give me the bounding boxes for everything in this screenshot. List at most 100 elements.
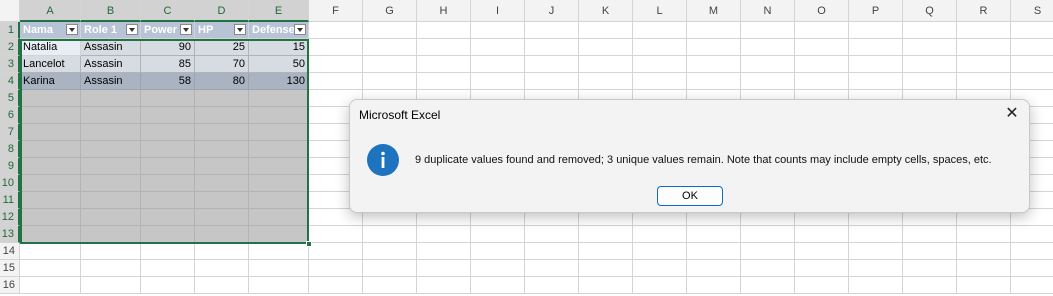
empty-cell[interactable] <box>741 73 795 90</box>
empty-cell[interactable] <box>471 39 525 56</box>
column-header-p[interactable]: P <box>849 0 903 22</box>
empty-cell[interactable] <box>81 243 141 260</box>
empty-cell[interactable] <box>903 39 957 56</box>
row-header-4[interactable]: 4 <box>0 73 20 90</box>
empty-selected-cell[interactable] <box>81 107 141 124</box>
empty-selected-cell[interactable] <box>81 141 141 158</box>
empty-cell[interactable] <box>795 277 849 294</box>
empty-cell[interactable] <box>849 39 903 56</box>
empty-selected-cell[interactable] <box>195 175 249 192</box>
empty-cell[interactable] <box>633 226 687 243</box>
empty-selected-cell[interactable] <box>195 158 249 175</box>
empty-cell[interactable] <box>633 243 687 260</box>
empty-cell[interactable] <box>903 73 957 90</box>
empty-cell[interactable] <box>741 243 795 260</box>
row-header-2[interactable]: 2 <box>0 39 20 56</box>
empty-cell[interactable] <box>141 243 195 260</box>
table-cell[interactable]: 85 <box>141 56 195 73</box>
empty-cell[interactable] <box>309 56 363 73</box>
table-cell[interactable]: 58 <box>141 73 195 90</box>
empty-cell[interactable] <box>795 39 849 56</box>
empty-cell[interactable] <box>633 260 687 277</box>
row-header-5[interactable]: 5 <box>0 90 20 107</box>
empty-cell[interactable] <box>1011 243 1053 260</box>
empty-selected-cell[interactable] <box>81 175 141 192</box>
empty-cell[interactable] <box>525 260 579 277</box>
empty-selected-cell[interactable] <box>141 209 195 226</box>
empty-cell[interactable] <box>741 56 795 73</box>
empty-cell[interactable] <box>1011 73 1053 90</box>
empty-selected-cell[interactable] <box>195 107 249 124</box>
empty-selected-cell[interactable] <box>141 107 195 124</box>
empty-cell[interactable] <box>471 243 525 260</box>
empty-cell[interactable] <box>579 226 633 243</box>
row-header-12[interactable]: 12 <box>0 209 20 226</box>
empty-cell[interactable] <box>957 226 1011 243</box>
empty-selected-cell[interactable] <box>141 192 195 209</box>
filter-dropdown-icon[interactable] <box>294 24 306 35</box>
empty-selected-cell[interactable] <box>195 226 249 243</box>
empty-cell[interactable] <box>633 56 687 73</box>
empty-cell[interactable] <box>309 260 363 277</box>
empty-cell[interactable] <box>957 56 1011 73</box>
empty-selected-cell[interactable] <box>141 226 195 243</box>
row-header-8[interactable]: 8 <box>0 141 20 158</box>
empty-selected-cell[interactable] <box>249 158 309 175</box>
empty-cell[interactable] <box>417 73 471 90</box>
table-cell[interactable]: Natalia <box>20 39 81 56</box>
empty-cell[interactable] <box>795 22 849 39</box>
empty-cell[interactable] <box>849 226 903 243</box>
empty-cell[interactable] <box>1011 22 1053 39</box>
empty-selected-cell[interactable] <box>249 175 309 192</box>
empty-cell[interactable] <box>1011 39 1053 56</box>
empty-cell[interactable] <box>633 277 687 294</box>
empty-cell[interactable] <box>363 39 417 56</box>
empty-cell[interactable] <box>795 226 849 243</box>
table-cell[interactable]: 80 <box>195 73 249 90</box>
empty-cell[interactable] <box>417 260 471 277</box>
empty-selected-cell[interactable] <box>20 107 81 124</box>
row-header-13[interactable]: 13 <box>0 226 20 243</box>
empty-cell[interactable] <box>525 39 579 56</box>
filter-dropdown-icon[interactable] <box>66 24 78 35</box>
row-header-7[interactable]: 7 <box>0 124 20 141</box>
empty-cell[interactable] <box>849 243 903 260</box>
empty-cell[interactable] <box>579 73 633 90</box>
empty-cell[interactable] <box>309 243 363 260</box>
empty-cell[interactable] <box>363 243 417 260</box>
empty-selected-cell[interactable] <box>20 90 81 107</box>
empty-cell[interactable] <box>20 277 81 294</box>
empty-selected-cell[interactable] <box>249 141 309 158</box>
empty-selected-cell[interactable] <box>20 141 81 158</box>
empty-cell[interactable] <box>249 277 309 294</box>
row-header-14[interactable]: 14 <box>0 243 20 260</box>
empty-cell[interactable] <box>579 243 633 260</box>
empty-cell[interactable] <box>687 226 741 243</box>
column-header-n[interactable]: N <box>741 0 795 22</box>
empty-cell[interactable] <box>363 73 417 90</box>
empty-selected-cell[interactable] <box>20 209 81 226</box>
empty-cell[interactable] <box>957 260 1011 277</box>
empty-cell[interactable] <box>741 277 795 294</box>
empty-cell[interactable] <box>363 56 417 73</box>
row-header-15[interactable]: 15 <box>0 260 20 277</box>
empty-cell[interactable] <box>471 73 525 90</box>
empty-selected-cell[interactable] <box>20 124 81 141</box>
empty-selected-cell[interactable] <box>81 192 141 209</box>
empty-cell[interactable] <box>525 277 579 294</box>
empty-cell[interactable] <box>417 39 471 56</box>
column-header-a[interactable]: A <box>20 0 81 22</box>
empty-cell[interactable] <box>525 56 579 73</box>
empty-selected-cell[interactable] <box>249 192 309 209</box>
empty-cell[interactable] <box>471 277 525 294</box>
empty-selected-cell[interactable] <box>20 158 81 175</box>
column-header-f[interactable]: F <box>309 0 363 22</box>
empty-cell[interactable] <box>1011 226 1053 243</box>
empty-selected-cell[interactable] <box>249 107 309 124</box>
empty-cell[interactable] <box>579 39 633 56</box>
empty-selected-cell[interactable] <box>195 209 249 226</box>
table-cell[interactable]: Lancelot <box>20 56 81 73</box>
column-header-k[interactable]: K <box>579 0 633 22</box>
table-cell[interactable]: 90 <box>141 39 195 56</box>
empty-selected-cell[interactable] <box>81 209 141 226</box>
